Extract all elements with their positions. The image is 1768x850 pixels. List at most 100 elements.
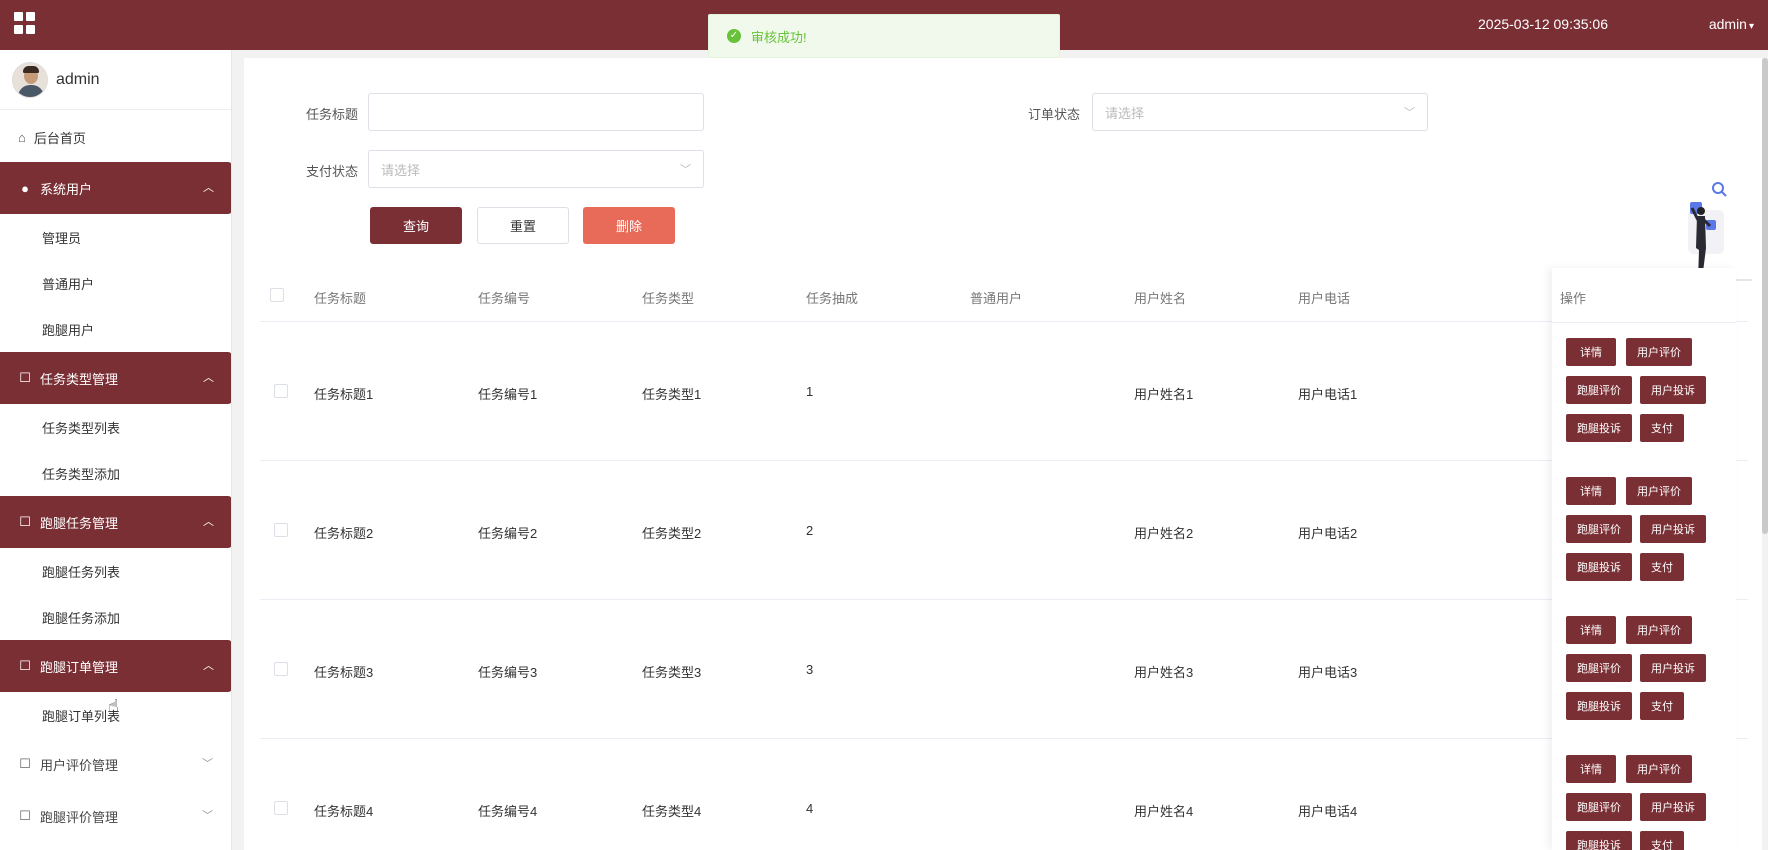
pay-button[interactable]: 支付 <box>1640 414 1684 442</box>
runner-review-button[interactable]: 跑腿评价 <box>1566 654 1632 682</box>
cell-name: 用户姓名1 <box>1134 387 1194 402</box>
detail-button[interactable]: 详情 <box>1566 338 1616 366</box>
cell-type: 任务类型3 <box>642 665 702 680</box>
select-all-checkbox[interactable] <box>270 288 284 302</box>
user-menu[interactable]: admin ▾ <box>1709 16 1754 32</box>
cell-commission: 2 <box>806 523 814 538</box>
operations-column: 操作 详情 用户评价 跑腿评价 用户投诉 跑腿投诉 支付 详情 用户评价 跑腿评… <box>1552 268 1736 850</box>
order-status-label: 订单状态 <box>1028 107 1081 122</box>
sidebar-group-runner-orders: ☐ 跑腿订单管理 ︿ 跑腿订单列表 <box>0 640 231 738</box>
sidebar-item-admin[interactable]: 管理员 <box>0 214 231 260</box>
cell-title: 任务标题1 <box>314 387 374 402</box>
doc-edit-icon: ☐ <box>19 658 31 673</box>
row-checkbox[interactable] <box>274 384 288 398</box>
detail-button[interactable]: 详情 <box>1566 755 1616 783</box>
sidebar-item-normal-user[interactable]: 普通用户 <box>0 260 231 306</box>
sidebar-item-task-type-list[interactable]: 任务类型列表 <box>0 404 231 450</box>
reset-button[interactable]: 重置 <box>477 207 569 244</box>
pay-status-placeholder: 请选择 <box>381 162 421 178</box>
table-row: 任务标题2 任务编号2 任务类型2 2 用户姓名2 用户电话2 <box>260 461 1748 600</box>
row-actions: 详情 用户评价 跑腿评价 用户投诉 跑腿投诉 支付 <box>1566 477 1736 597</box>
runner-complaint-button[interactable]: 跑腿投诉 <box>1566 692 1632 720</box>
cell-commission: 1 <box>806 384 814 399</box>
user-complaint-button[interactable]: 用户投诉 <box>1640 654 1706 682</box>
check-circle-icon: ✓ <box>727 29 741 43</box>
row-checkbox[interactable] <box>274 801 288 815</box>
user-complaint-button[interactable]: 用户投诉 <box>1640 376 1706 404</box>
order-status-placeholder: 请选择 <box>1105 105 1145 121</box>
table-header: 任务标题 任务编号 任务类型 任务抽成 普通用户 用户姓名 用户电话 <box>260 268 1748 322</box>
sidebar-group-runner-reviews[interactable]: ☐ 跑腿评价管理 ﹀ <box>0 790 231 842</box>
doc-edit-icon: ☐ <box>19 370 31 385</box>
pay-button[interactable]: 支付 <box>1640 831 1684 850</box>
main-panel: 任务标题 订单状态 请选择 ﹀ 支付状态 请选择 ﹀ 查询 重置 删除 任务标题… <box>244 58 1762 850</box>
column-header: 任务编号 <box>478 291 531 306</box>
sidebar-item-task-type-add[interactable]: 任务类型添加 <box>0 450 231 496</box>
column-header: 用户电话 <box>1298 291 1351 306</box>
mouse-cursor-icon: ☝ <box>108 696 119 716</box>
chevron-down-icon: ▾ <box>1748 21 1754 32</box>
sidebar-group-head[interactable]: ☐ 跑腿任务管理 ︿ <box>0 496 231 548</box>
grid-menu-icon[interactable] <box>14 12 36 34</box>
chevron-down-icon: ﹀ <box>680 164 691 176</box>
delete-button[interactable]: 删除 <box>583 207 675 244</box>
cell-name: 用户姓名4 <box>1134 804 1194 819</box>
user-complaint-button[interactable]: 用户投诉 <box>1640 515 1706 543</box>
avatar <box>12 61 48 98</box>
table-row: 任务标题1 任务编号1 任务类型1 1 用户姓名1 用户电话1 <box>260 322 1748 461</box>
cell-name: 用户姓名2 <box>1134 526 1194 541</box>
sidebar-group-user-reviews[interactable]: ☐ 用户评价管理 ﹀ <box>0 738 231 790</box>
sidebar-group-runner-tasks: ☐ 跑腿任务管理 ︿ 跑腿任务列表 跑腿任务添加 <box>0 496 231 640</box>
user-review-button[interactable]: 用户评价 <box>1626 616 1692 644</box>
cell-code: 任务编号1 <box>478 387 538 402</box>
user-complaint-button[interactable]: 用户投诉 <box>1640 793 1706 821</box>
runner-complaint-button[interactable]: 跑腿投诉 <box>1566 414 1632 442</box>
row-actions: 详情 用户评价 跑腿评价 用户投诉 跑腿投诉 支付 <box>1566 338 1736 458</box>
runner-complaint-button[interactable]: 跑腿投诉 <box>1566 831 1632 850</box>
sidebar-group-head[interactable]: ● 系统用户 ︿ <box>0 162 231 214</box>
sidebar-group-label: 跑腿评价管理 <box>40 809 119 825</box>
sidebar-group-head[interactable]: ☐ 跑腿订单管理 ︿ <box>0 640 231 692</box>
sidebar-item-home[interactable]: ⌂ 后台首页 <box>0 112 231 162</box>
sidebar-item-runner-user[interactable]: 跑腿用户 <box>0 306 231 352</box>
toast-message: 审核成功! <box>751 29 807 45</box>
runner-review-button[interactable]: 跑腿评价 <box>1566 376 1632 404</box>
chevron-up-icon: ︿ <box>203 182 214 194</box>
user-review-button[interactable]: 用户评价 <box>1626 755 1692 783</box>
vertical-scrollbar[interactable] <box>1762 58 1768 534</box>
success-toast: ✓ 审核成功! <box>708 14 1060 58</box>
cell-title: 任务标题3 <box>314 665 374 680</box>
column-header-operations: 操作 <box>1560 291 1587 306</box>
sidebar-item-runner-task-add[interactable]: 跑腿任务添加 <box>0 594 231 640</box>
sidebar-item-label: 后台首页 <box>33 130 86 146</box>
user-review-button[interactable]: 用户评价 <box>1626 477 1692 505</box>
table-row: 任务标题4 任务编号4 任务类型4 4 用户姓名4 用户电话4 <box>260 739 1748 850</box>
cell-code: 任务编号4 <box>478 804 538 819</box>
query-button[interactable]: 查询 <box>370 207 462 244</box>
row-actions: 详情 用户评价 跑腿评价 用户投诉 跑腿投诉 支付 <box>1566 616 1736 736</box>
user-review-button[interactable]: 用户评价 <box>1626 338 1692 366</box>
row-checkbox[interactable] <box>274 662 288 676</box>
cell-type: 任务类型1 <box>642 387 702 402</box>
pay-status-select[interactable]: 请选择 ﹀ <box>368 150 704 188</box>
task-title-input[interactable] <box>368 93 704 131</box>
user-menu-label: admin <box>1708 16 1747 32</box>
row-checkbox[interactable] <box>274 523 288 537</box>
user-icon: ● <box>21 180 29 196</box>
runner-review-button[interactable]: 跑腿评价 <box>1566 515 1632 543</box>
detail-button[interactable]: 详情 <box>1566 477 1616 505</box>
sidebar-group-head[interactable]: ☐ 任务类型管理 ︿ <box>0 352 231 404</box>
cell-phone: 用户电话3 <box>1298 665 1358 680</box>
chevron-down-icon: ﹀ <box>202 758 213 770</box>
order-status-select[interactable]: 请选择 ﹀ <box>1092 93 1428 131</box>
chevron-up-icon: ︿ <box>203 660 214 672</box>
cell-title: 任务标题2 <box>314 526 374 541</box>
sidebar-item-runner-task-list[interactable]: 跑腿任务列表 <box>0 548 231 594</box>
pay-button[interactable]: 支付 <box>1640 553 1684 581</box>
runner-complaint-button[interactable]: 跑腿投诉 <box>1566 553 1632 581</box>
doc-edit-icon: ☐ <box>19 808 31 823</box>
detail-button[interactable]: 详情 <box>1566 616 1616 644</box>
pay-button[interactable]: 支付 <box>1640 692 1684 720</box>
cell-phone: 用户电话2 <box>1298 526 1358 541</box>
runner-review-button[interactable]: 跑腿评价 <box>1566 793 1632 821</box>
